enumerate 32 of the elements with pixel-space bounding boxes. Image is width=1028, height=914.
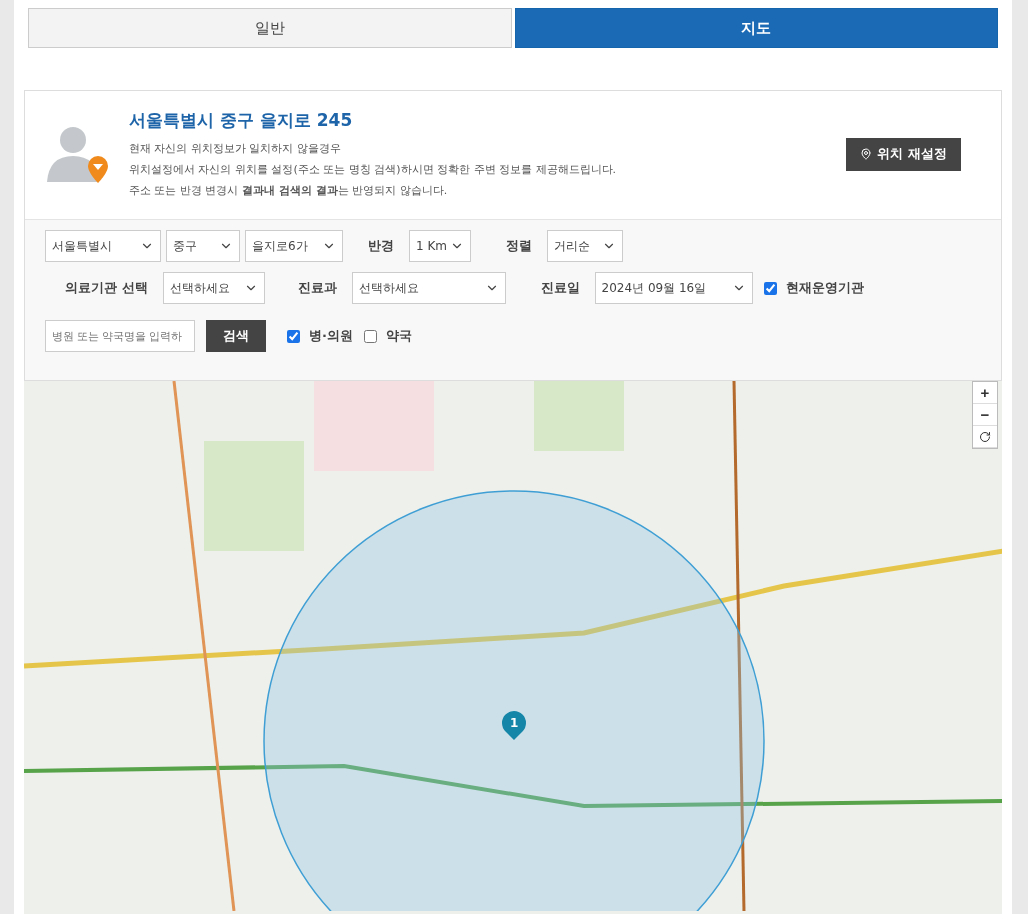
open-now-label: 현재운영기관: [785, 279, 864, 297]
map-placeholder[interactable]: 1 + −: [24, 381, 1002, 914]
institution-label: 의료기관 선택: [65, 279, 148, 297]
user-avatar-icon: [45, 124, 111, 184]
sort-select[interactable]: 거리순: [547, 230, 623, 262]
open-now-checkbox[interactable]: [763, 281, 777, 295]
search-button[interactable]: 검색: [206, 320, 266, 352]
type-label: 병·의원: [309, 327, 353, 345]
address-title: 서울특별시 중구 을지로 245: [129, 109, 354, 132]
tab[interactable]: 일반: [28, 8, 512, 48]
notice-text: 주소 또는 반경 변경시 결과내 검색의 결과는 반영되지 않습니다.: [129, 183, 449, 199]
tab[interactable]: 지도: [514, 8, 998, 48]
radius-label: 반경: [368, 237, 394, 255]
sort-label: 정렬: [506, 237, 532, 255]
type-checkbox[interactable]: [363, 329, 377, 343]
search-field[interactable]: 병원 또는 약국명을 입력하: [45, 320, 195, 352]
reset-location-button[interactable]: 위치 재설정: [846, 137, 961, 171]
region-select[interactable]: 중구: [166, 230, 240, 262]
type-label: 약국: [385, 327, 412, 345]
region-select[interactable]: 서울특별시: [45, 230, 161, 262]
date-label: 진료일: [540, 279, 580, 297]
type-checkbox[interactable]: [287, 329, 300, 343]
refresh-icon: [979, 430, 991, 443]
location-pin-icon: [860, 148, 873, 160]
department-select[interactable]: 선택하세요: [351, 272, 506, 304]
notice-text: 위치설정에서 자신의 위치를 설정(주소 또는 명칭 검색)하시면 정확한 주변 정보를 제공해드립니다.: [129, 162, 618, 178]
department-label: 진료과: [297, 279, 337, 297]
date-select[interactable]: 2024년 09월 16일: [594, 272, 753, 304]
region-select[interactable]: 을지로6가: [245, 230, 343, 262]
radius-select[interactable]: 1 Km: [409, 230, 471, 262]
institution-select[interactable]: 선택하세요: [162, 272, 265, 304]
notice-text: 현재 자신의 위치정보가 일치하지 않을경우: [129, 141, 342, 157]
